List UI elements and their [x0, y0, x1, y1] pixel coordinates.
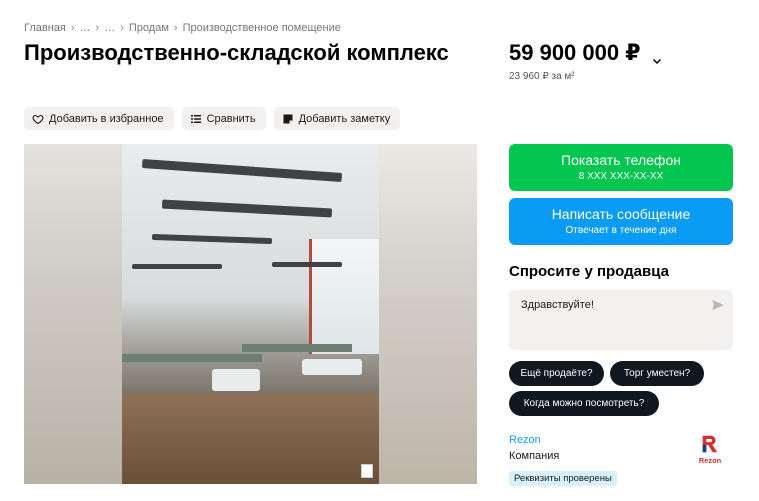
breadcrumb-item-sell[interactable]: Продам — [129, 22, 169, 34]
breadcrumb: Главная › … › … › Продам › Производствен… — [24, 22, 341, 34]
photo-floor — [122, 394, 379, 484]
photo-duct — [132, 264, 222, 269]
photo-window — [309, 239, 379, 354]
heart-icon — [32, 113, 44, 125]
photo-duct — [141, 159, 343, 182]
chevron-right-icon: › — [120, 22, 124, 34]
breadcrumb-item-category[interactable]: Производственное помещение — [183, 22, 341, 34]
photo-table — [242, 344, 352, 352]
quick-question-viewing[interactable]: Когда можно посмотреть? — [509, 391, 659, 416]
response-time: Отвечает в течение дня — [565, 225, 677, 236]
ask-seller-box[interactable] — [509, 290, 733, 350]
price-block[interactable]: 59 900 000 ₽ — [509, 40, 663, 66]
photo-duct — [151, 233, 273, 245]
compare-label: Сравнить — [206, 112, 256, 125]
breadcrumb-item-2[interactable]: … — [80, 22, 91, 34]
quick-question-bargain[interactable]: Торг уместен? — [610, 361, 704, 386]
add-to-favorites-label: Добавить в избранное — [49, 112, 164, 125]
quick-question-still-selling[interactable]: Ещё продаёте? — [509, 361, 604, 386]
write-message-label: Написать сообщение — [551, 206, 691, 222]
phone-masked: 8 XXX XXX-XX-XX — [578, 171, 664, 182]
chevron-right-icon: › — [173, 22, 178, 34]
price-per-m2: 23 960 ₽ за м² — [509, 71, 575, 82]
listing-actions: Добавить в избранное Сравнить Добавить з… — [24, 107, 401, 130]
show-phone-label: Показать телефон — [561, 152, 681, 168]
add-to-favorites-button[interactable]: Добавить в избранное — [24, 107, 174, 130]
listing-photo[interactable] — [122, 144, 379, 484]
gallery-blur-right — [379, 144, 477, 484]
compare-icon — [190, 113, 202, 125]
note-icon — [282, 113, 294, 125]
seller-logo[interactable]: Rezon — [690, 430, 730, 468]
photo-duct — [161, 199, 333, 218]
write-message-button[interactable]: Написать сообщение Отвечает в течение дн… — [509, 198, 733, 245]
photo-duct — [272, 262, 342, 267]
verified-badge: Реквизиты проверены — [509, 471, 617, 486]
photo-table — [122, 354, 262, 362]
chevron-down-icon[interactable] — [651, 47, 663, 65]
seller-type: Компания — [509, 450, 560, 462]
photo-machine — [302, 359, 362, 375]
send-icon[interactable] — [711, 298, 725, 312]
photo-machine — [212, 369, 260, 391]
rezon-logo-icon — [702, 435, 718, 453]
add-note-label: Добавить заметку — [298, 112, 391, 125]
photo-watermark — [361, 464, 373, 478]
page-title: Производственно-складской комплекс — [24, 40, 449, 65]
chevron-right-icon: › — [95, 22, 100, 34]
gallery-blur-left — [24, 144, 122, 484]
compare-button[interactable]: Сравнить — [181, 107, 266, 130]
show-phone-button[interactable]: Показать телефон 8 XXX XXX-XX-XX — [509, 144, 733, 191]
breadcrumb-item-3[interactable]: … — [104, 22, 115, 34]
seller-logo-text: Rezon — [698, 456, 722, 465]
add-note-button[interactable]: Добавить заметку — [273, 107, 401, 130]
ask-seller-title: Спросите у продавца — [509, 263, 669, 280]
price-value: 59 900 000 ₽ — [509, 40, 641, 65]
seller-name-link[interactable]: Rezon — [509, 434, 541, 446]
chevron-right-icon: › — [70, 22, 75, 34]
photo-gallery[interactable] — [24, 144, 477, 484]
breadcrumb-home[interactable]: Главная — [24, 22, 66, 34]
ask-seller-input[interactable] — [521, 299, 701, 311]
